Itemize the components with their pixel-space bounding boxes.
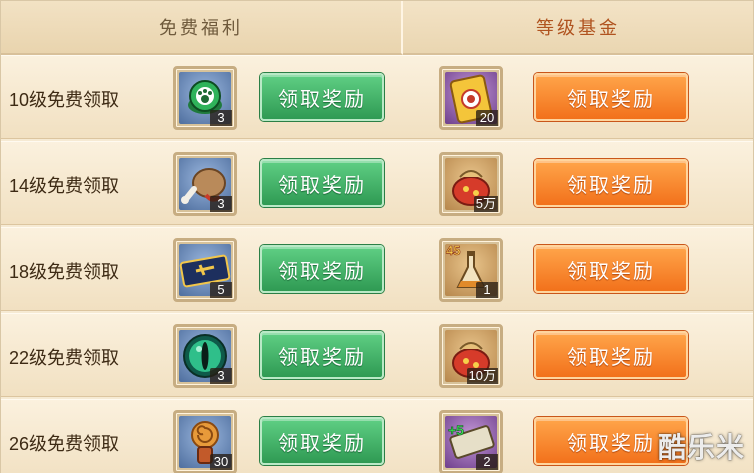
level-rewards-panel: 免费福利 等级基金 10级免费领取 3 领取奖励 20 领取奖励 14级免费领取…: [0, 0, 754, 473]
item-quantity: 2: [476, 454, 498, 470]
svg-text:45: 45: [446, 243, 460, 258]
item-quantity: 3: [210, 110, 232, 126]
item-quantity: 30: [210, 454, 232, 470]
claim-free-reward-button[interactable]: 领取奖励: [260, 73, 384, 121]
reward-row-10: 10级免费领取 3 领取奖励 20 领取奖励: [1, 55, 753, 139]
row-level-label: 14级免费领取: [9, 176, 120, 196]
reward-rows: 10级免费领取 3 领取奖励 20 领取奖励 14级免费领取 3 领取奖励 5万…: [1, 55, 753, 473]
claim-free-reward-button[interactable]: 领取奖励: [260, 417, 384, 465]
row-level-label: 10级免费领取: [9, 90, 120, 110]
free-item-slot[interactable]: 5: [173, 238, 237, 302]
fund-item-slot[interactable]: 45 1: [439, 238, 503, 302]
claim-free-reward-button[interactable]: 领取奖励: [260, 245, 384, 293]
fund-item-slot[interactable]: 10万: [439, 324, 503, 388]
free-item-slot[interactable]: 30: [173, 410, 237, 473]
free-item-slot[interactable]: 3: [173, 152, 237, 216]
svg-text:+5: +5: [448, 422, 464, 438]
item-quantity: 5: [210, 282, 232, 298]
site-watermark: 酷乐米: [657, 431, 745, 464]
row-level-label: 22级免费领取: [9, 348, 120, 368]
item-quantity: 3: [210, 196, 232, 212]
reward-row-26: 26级免费领取 30 领取奖励 +5 2 领取奖励: [1, 399, 753, 473]
claim-fund-reward-button[interactable]: 领取奖励: [534, 331, 688, 379]
row-level-label: 18级免费领取: [9, 262, 120, 282]
reward-row-18: 18级免费领取 5 领取奖励 45 1 领取奖励: [1, 227, 753, 311]
panel-header: 免费福利 等级基金: [1, 1, 753, 55]
claim-fund-reward-button[interactable]: 领取奖励: [534, 73, 688, 121]
free-item-slot[interactable]: 3: [173, 324, 237, 388]
item-quantity: 20: [476, 110, 498, 126]
claim-fund-reward-button[interactable]: 领取奖励: [534, 159, 688, 207]
fund-item-slot[interactable]: +5 2: [439, 410, 503, 473]
free-item-slot[interactable]: 3: [173, 66, 237, 130]
claim-free-reward-button[interactable]: 领取奖励: [260, 331, 384, 379]
claim-free-reward-button[interactable]: 领取奖励: [260, 159, 384, 207]
item-quantity: 3: [210, 368, 232, 384]
reward-row-22: 22级免费领取 3 领取奖励 10万 领取奖励: [1, 313, 753, 397]
row-level-label: 26级免费领取: [9, 434, 120, 454]
free-welfare-header: 免费福利: [1, 1, 403, 55]
item-quantity: 5万: [473, 196, 498, 212]
fund-item-slot[interactable]: 5万: [439, 152, 503, 216]
item-quantity: 1: [476, 282, 498, 298]
claim-fund-reward-button[interactable]: 领取奖励: [534, 245, 688, 293]
level-fund-header: 等级基金: [403, 1, 753, 55]
reward-row-14: 14级免费领取 3 领取奖励 5万 领取奖励: [1, 141, 753, 225]
item-quantity: 10万: [466, 368, 498, 384]
fund-item-slot[interactable]: 20: [439, 66, 503, 130]
